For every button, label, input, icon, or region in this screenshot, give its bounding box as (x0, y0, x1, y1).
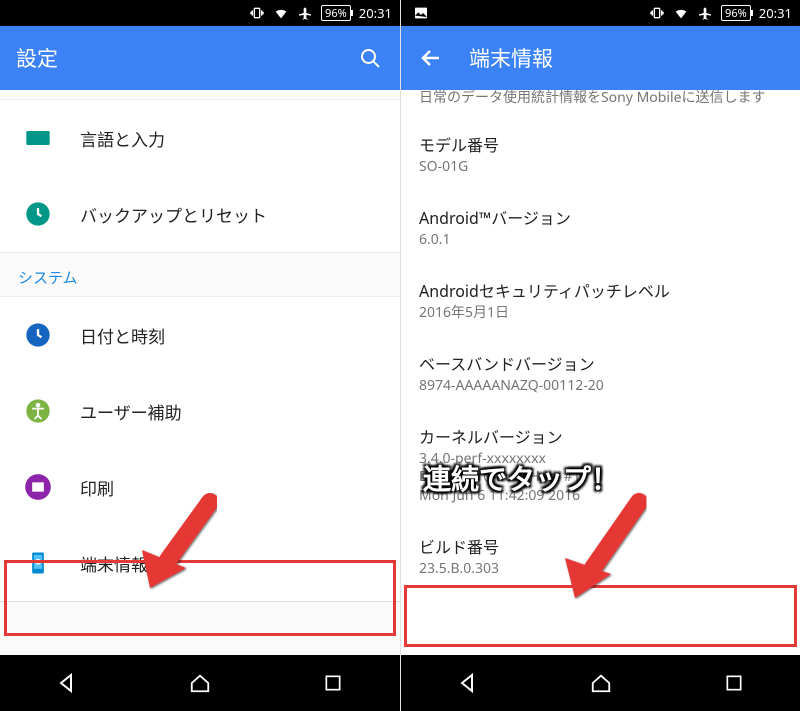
info-item-kernel[interactable]: カーネルバージョン 3.4.0-perf-xxxxxxxx BuildUser@… (401, 410, 800, 521)
info-label: Androidセキュリティパッチレベル (419, 278, 782, 302)
nav-recent-button[interactable] (318, 668, 348, 698)
battery-indicator: 96% (321, 5, 351, 21)
clock-icon (24, 321, 52, 349)
nav-home-button[interactable] (586, 668, 616, 698)
info-item-baseband[interactable]: ベースバンドバージョン 8974-AAAAANAZQ-00112-20 (401, 337, 800, 410)
navbar (0, 655, 400, 711)
settings-item-label: 印刷 (80, 475, 114, 500)
statusbar: 96% 20:31 (401, 0, 800, 26)
battery-text: 96% (725, 6, 747, 21)
phone-right-about: 96% 20:31 端末情報 日常のデータ使用統計情報をSony Mobileに… (400, 0, 800, 711)
clock: 20:31 (759, 4, 792, 22)
airplane-icon (297, 5, 313, 21)
info-value: 2016年5月1日 (419, 304, 782, 323)
battery-indicator: 96% (721, 5, 751, 21)
about-content: 日常のデータ使用統計情報をSony Mobileに送信します モデル番号 SO-… (401, 90, 800, 655)
print-icon (24, 473, 52, 501)
nav-back-button[interactable] (453, 668, 483, 698)
airplane-icon (697, 5, 713, 21)
phone-left-settings: 96% 20:31 設定 言語と入力 バックアップとリセット シ (0, 0, 400, 711)
annotation-highlight-about (4, 560, 396, 636)
settings-item-print[interactable]: 印刷 (0, 449, 400, 525)
info-label: カーネルバージョン (419, 424, 782, 448)
appbar-title: 設定 (16, 43, 332, 73)
info-label: ベースバンドバージョン (419, 351, 782, 375)
info-item-build-number[interactable]: ビルド番号 23.5.B.0.303 (401, 520, 800, 593)
info-value: 6.0.1 (419, 231, 782, 250)
wifi-icon (273, 5, 289, 21)
info-value: 8974-AAAAANAZQ-00112-20 (419, 377, 782, 396)
settings-item-language-input[interactable]: 言語と入力 (0, 100, 400, 176)
settings-item-label: ユーザー補助 (80, 399, 182, 424)
section-header-system: システム (0, 252, 400, 297)
restore-icon (24, 200, 52, 228)
info-item-truncated[interactable]: 日常のデータ使用統計情報をSony Mobileに送信します (401, 90, 800, 118)
settings-item-backup-reset[interactable]: バックアップとリセット (0, 176, 400, 252)
info-item-security-patch[interactable]: Androidセキュリティパッチレベル 2016年5月1日 (401, 264, 800, 337)
nav-home-button[interactable] (185, 668, 215, 698)
annotation-highlight-build (404, 585, 797, 647)
statusbar: 96% 20:31 (0, 0, 400, 26)
info-item-android-version[interactable]: Android™バージョン 6.0.1 (401, 191, 800, 264)
info-item-model[interactable]: モデル番号 SO-01G (401, 118, 800, 191)
info-value: SO-01G (419, 158, 782, 177)
vibrate-icon (649, 5, 665, 21)
image-icon (413, 5, 429, 21)
appbar-about: 端末情報 (401, 26, 800, 90)
navbar (401, 655, 800, 711)
settings-item-date-time[interactable]: 日付と時刻 (0, 297, 400, 373)
clock: 20:31 (359, 4, 392, 22)
nav-back-button[interactable] (52, 668, 82, 698)
search-icon[interactable] (356, 44, 384, 72)
info-value: 3.4.0-perf-xxxxxxxx BuildUser@BuildHost … (419, 450, 782, 507)
info-label: モデル番号 (419, 132, 782, 156)
settings-item-label: バックアップとリセット (80, 202, 267, 227)
settings-content: 言語と入力 バックアップとリセット システム 日付と時刻 ユーザー (0, 90, 400, 655)
appbar-title: 端末情報 (469, 43, 784, 73)
info-label: Android™バージョン (419, 205, 782, 229)
settings-item-label: 日付と時刻 (80, 323, 165, 348)
battery-text: 96% (325, 6, 347, 21)
wifi-icon (673, 5, 689, 21)
back-icon[interactable] (417, 44, 445, 72)
keyboard-icon (24, 124, 52, 152)
nav-recent-button[interactable] (719, 668, 749, 698)
info-value: 23.5.B.0.303 (419, 560, 782, 579)
appbar-settings: 設定 (0, 26, 400, 90)
accessibility-icon (24, 397, 52, 425)
settings-item-accessibility[interactable]: ユーザー補助 (0, 373, 400, 449)
settings-item-label: 言語と入力 (80, 126, 165, 151)
info-label: ビルド番号 (419, 534, 782, 558)
vibrate-icon (249, 5, 265, 21)
